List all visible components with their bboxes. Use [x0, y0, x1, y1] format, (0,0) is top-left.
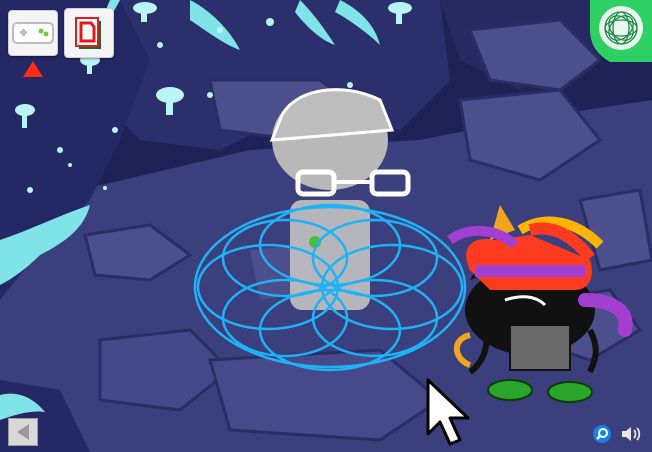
cave-background [0, 0, 652, 452]
speaker-icon [622, 427, 641, 441]
red-triangle-icon [23, 61, 43, 77]
spirograph-icon [590, 0, 652, 62]
spirograph-button[interactable] [590, 0, 652, 62]
sburb-papers-icon [75, 17, 101, 49]
game-scene[interactable] [0, 0, 652, 452]
left-arrow-icon [17, 424, 29, 440]
controller-button[interactable] [8, 10, 58, 56]
sound-button[interactable] [620, 424, 644, 444]
zoom-button[interactable] [592, 424, 612, 444]
back-button[interactable] [8, 418, 38, 446]
save-button[interactable] [64, 8, 114, 58]
gamepad-icon [12, 22, 54, 44]
mouse-cursor-icon [426, 378, 470, 446]
magnifier-icon [593, 425, 611, 443]
